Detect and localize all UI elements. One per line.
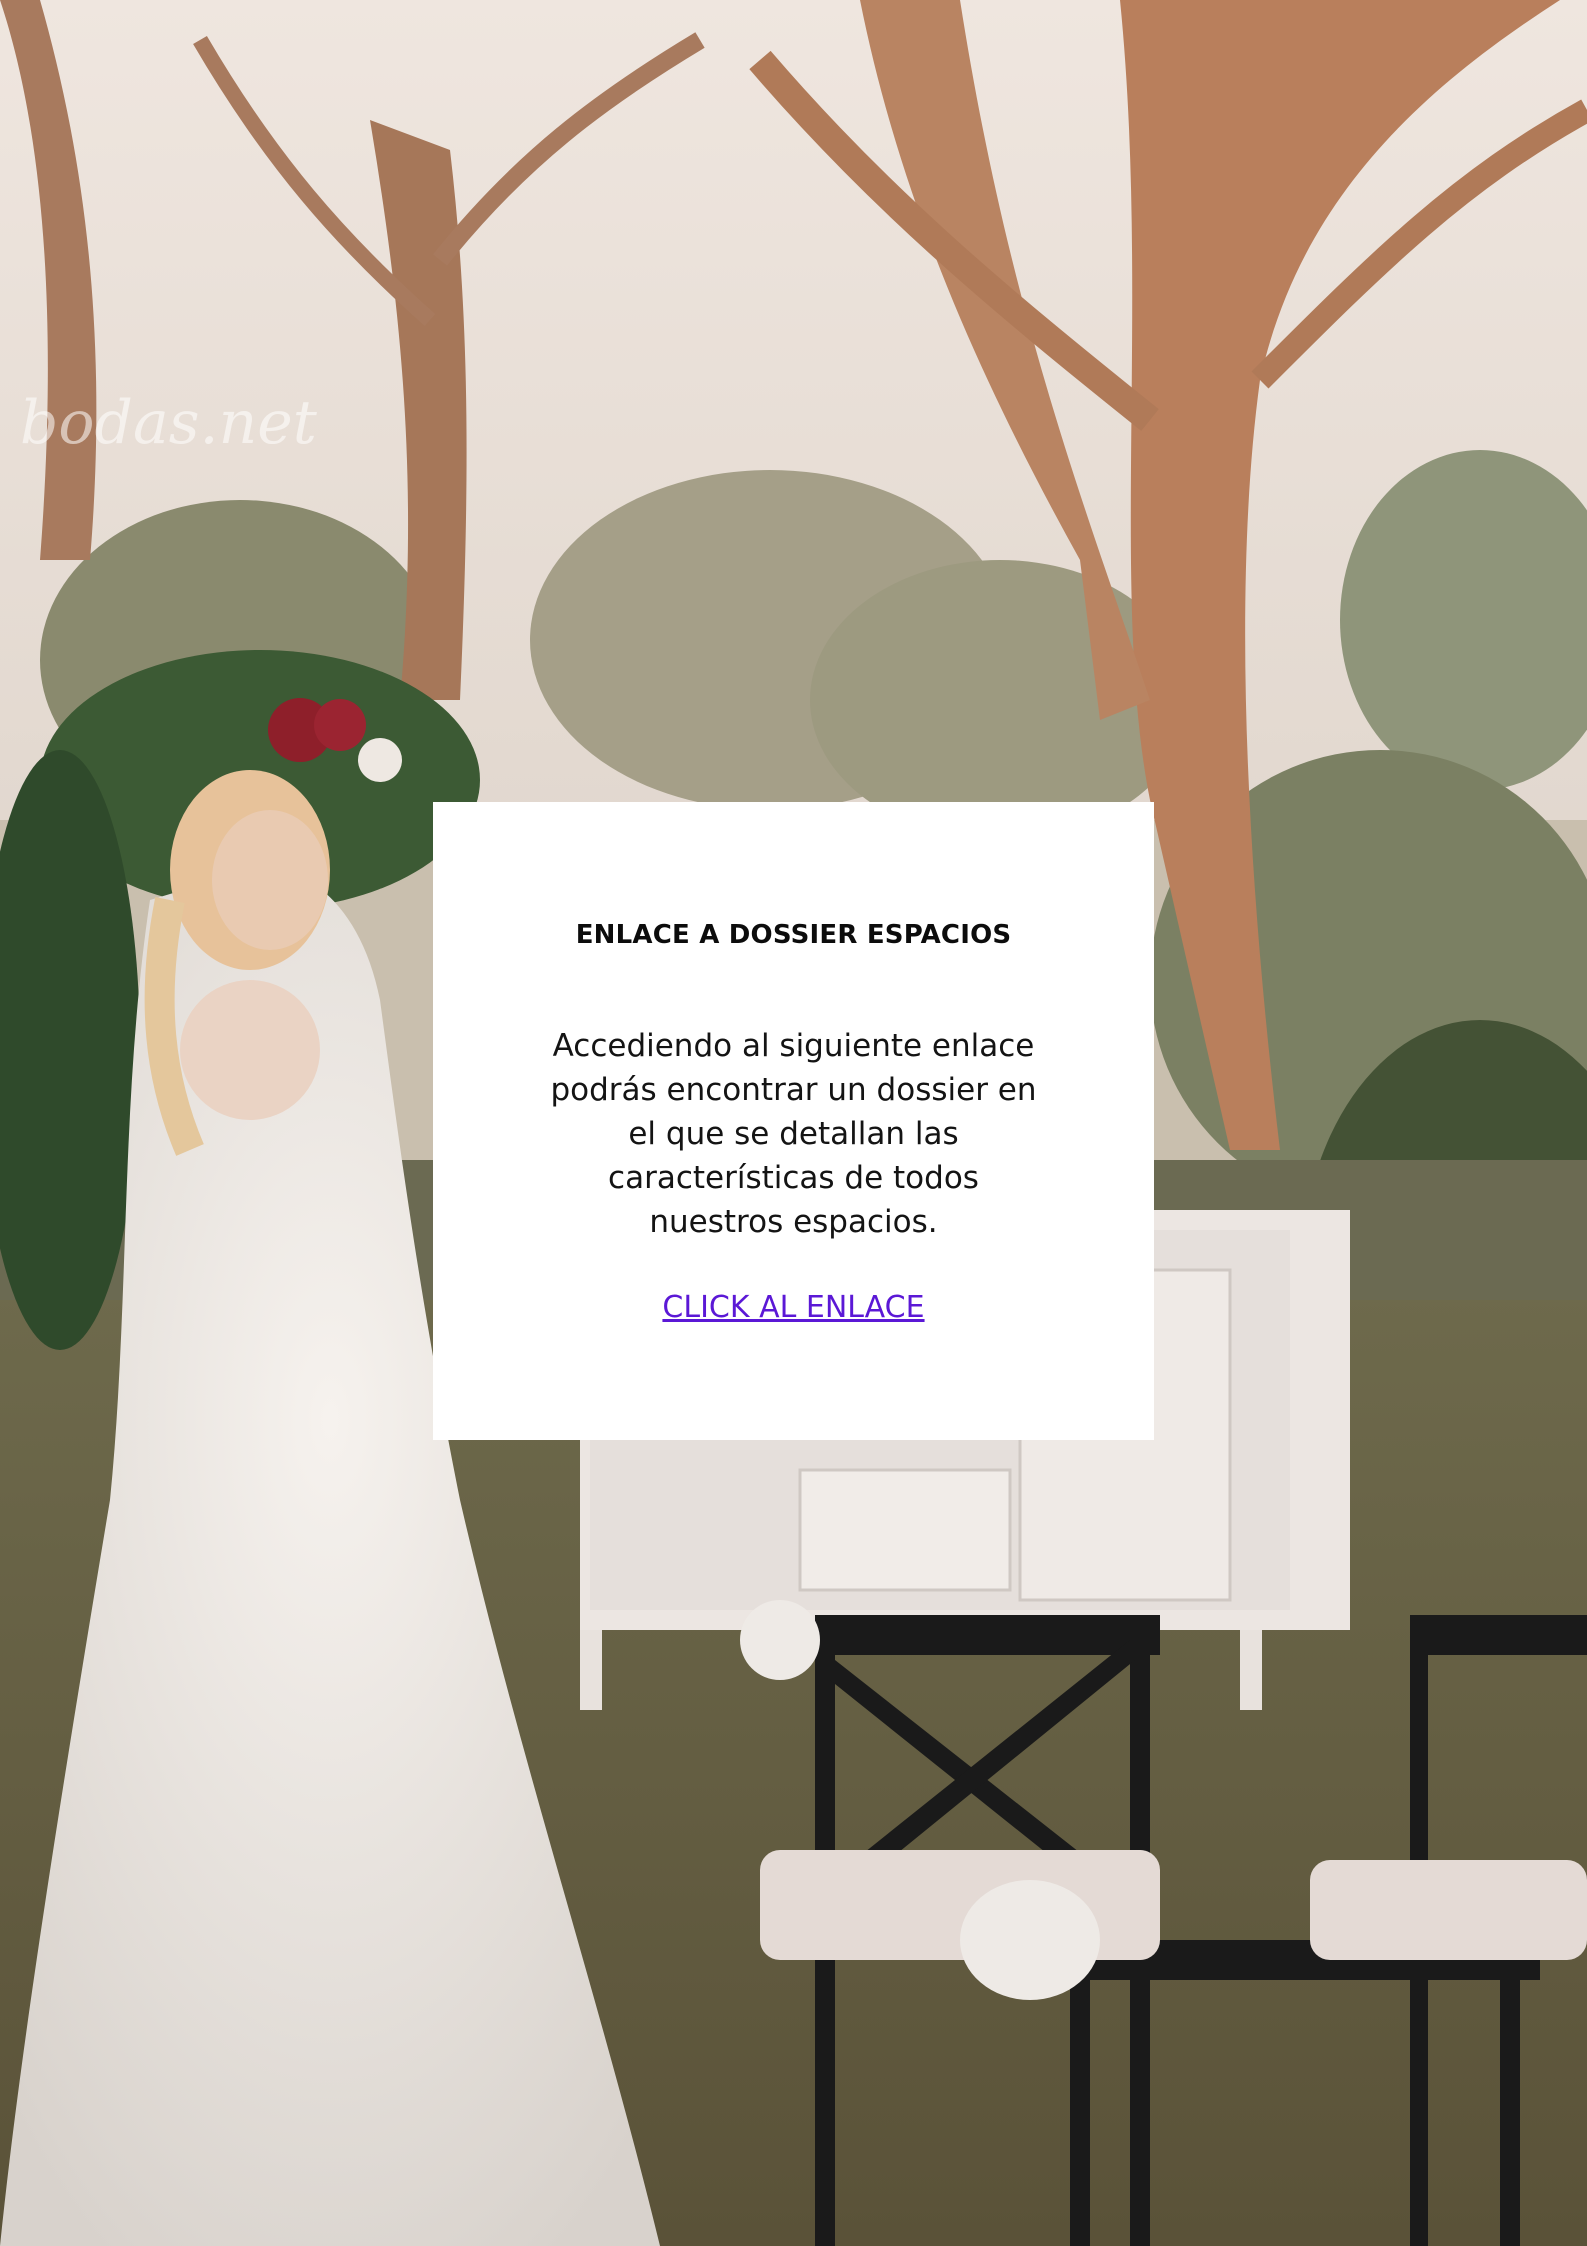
dossier-link[interactable]: CLICK AL ENLACE — [433, 1290, 1154, 1325]
card-title: ENLACE A DOSSIER ESPACIOS — [575, 920, 1012, 950]
card-body-text: Accediendo al siguiente enlace podrás en… — [550, 1028, 1037, 1240]
watermark-text: bodas.net — [20, 388, 317, 458]
dossier-card: ENLACE A DOSSIER ESPACIOS Accediendo al … — [433, 802, 1154, 1440]
